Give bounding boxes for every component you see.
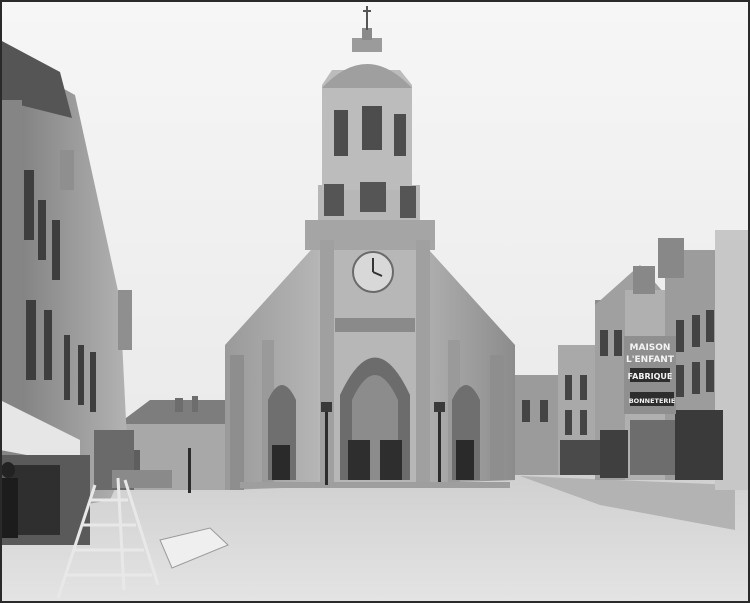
sign-line-3: FABRIQUE	[628, 372, 673, 381]
sign-line-4: BONNETERIE	[629, 397, 676, 405]
sign-line-2: L'ENFANT	[626, 355, 675, 365]
wall-sign: MAISON L'ENFANT FABRIQUE BONNETERIE	[624, 336, 676, 414]
sign-line-1: MAISON	[630, 343, 671, 353]
church-square-photo: MAISON L'ENFANT FABRIQUE BONNETERIE	[0, 0, 750, 603]
